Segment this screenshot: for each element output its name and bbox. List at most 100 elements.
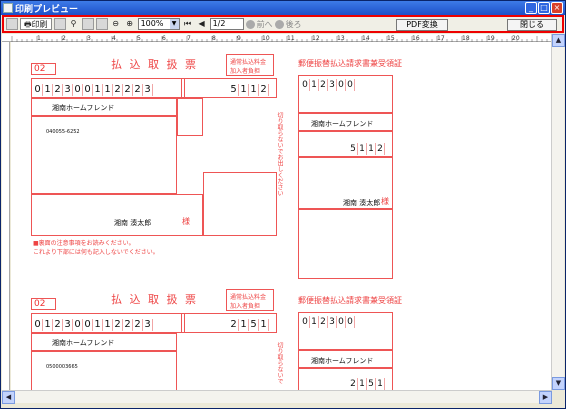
maximize-button[interactable]: □	[538, 2, 550, 14]
digit-cell: 0	[73, 319, 83, 331]
slip1-address-box: 040055-6252	[31, 116, 177, 194]
receipt1-name: 湘南 湊太郎	[343, 199, 381, 207]
receipt2-account-digits: 012300	[301, 316, 355, 328]
pdf-convert-button[interactable]: PDF変換	[396, 19, 448, 31]
prev-nav[interactable]: 前へ	[245, 19, 273, 30]
slip1-stamp-box	[203, 172, 277, 236]
slip1-phone: 040055-6252	[46, 129, 80, 135]
digit-cell: 1	[367, 143, 376, 155]
digit-cell: 0	[346, 316, 355, 328]
vertical-scrollbar[interactable]: ▲ ▼	[551, 34, 565, 390]
receipt2-payee: 湘南ホームフレンド	[311, 357, 374, 365]
page-setup-icon[interactable]	[6, 18, 18, 30]
digit-cell: 0	[337, 316, 346, 328]
slip1-note2: これより下部には何も記入しないでください。	[33, 249, 159, 256]
ruler-label: 16	[412, 35, 420, 42]
digit-cell: 0	[301, 79, 310, 91]
slip2-payee: 湘南ホームフレンド	[52, 339, 115, 347]
digit-cell: 2	[133, 84, 143, 96]
vertical-ruler	[2, 42, 10, 390]
preview-page: 02 払 込 取 扱 票 通常払込料金 加入者負担 012300112223 5…	[11, 42, 551, 390]
two-page-icon[interactable]	[95, 18, 108, 30]
print-label: 印刷	[31, 20, 48, 29]
receipt1-name-box: 湘南 湊太郎 様	[298, 157, 393, 209]
digit-cell: 1	[93, 84, 103, 96]
ruler-label: 2	[62, 35, 66, 42]
ruler-label: 17	[437, 35, 445, 42]
zoom-out-icon[interactable]: ⊖	[110, 18, 122, 30]
slip2-payee-box: 湘南ホームフレンド	[31, 333, 177, 351]
slip1-name: 湘南 湊太郎	[114, 219, 152, 227]
slip1-side-note: 切り取らないでお出しください	[276, 112, 283, 196]
digit-cell: 1	[239, 319, 249, 331]
scroll-up-icon[interactable]: ▲	[552, 34, 565, 47]
scroll-down-icon[interactable]: ▼	[552, 377, 565, 390]
slip2-code-box: 02	[31, 298, 56, 310]
digit-cell: 2	[123, 84, 133, 96]
digit-cell: 1	[376, 378, 385, 390]
digit-cell: 0	[337, 79, 346, 91]
digit-cell: 1	[43, 84, 53, 96]
slip1-fee-grid	[177, 98, 203, 136]
ruler-label: 10	[262, 35, 270, 42]
digit-cell: 3	[63, 84, 73, 96]
digit-cell: 0	[346, 79, 355, 91]
slip2-title: 払 込 取 扱 票	[111, 293, 198, 306]
digit-cell: 3	[143, 84, 153, 96]
slip2-address-box: 0500003665	[31, 351, 177, 390]
ruler-label: 8	[212, 35, 216, 42]
digit-cell: 1	[310, 79, 319, 91]
slip1-amount-digits: 5112	[229, 84, 269, 96]
receipt1-sama: 様	[381, 197, 389, 206]
zoom-select[interactable]: 100% ▼	[137, 18, 180, 30]
digit-cell: 5	[349, 143, 358, 155]
ruler-label: 7	[187, 35, 191, 42]
receipt2-title: 郵便振替払込請求書兼受領証	[298, 296, 402, 305]
scroll-left-icon[interactable]: ◀	[2, 391, 15, 404]
slip1-account-digits: 012300112223	[33, 84, 153, 96]
next-label: 後ろ	[285, 19, 302, 29]
digit-cell: 5	[229, 84, 239, 96]
find-icon[interactable]: ⚲	[68, 18, 80, 30]
digit-cell: 0	[73, 84, 83, 96]
page-number-input[interactable]: 1/2	[209, 18, 244, 30]
close-window-button[interactable]: ×	[551, 2, 563, 14]
slip2-account-digits: 012300112223	[33, 319, 153, 331]
digit-cell: 2	[113, 84, 123, 96]
minimize-button[interactable]: _	[525, 2, 537, 14]
print-button[interactable]: 🖶印刷	[20, 18, 52, 30]
zoom-in-icon[interactable]: ⊕	[124, 18, 136, 30]
slip1-sama: 様	[182, 217, 190, 226]
window-controls: _ □ ×	[525, 2, 563, 14]
slip2-phone: 0500003665	[46, 364, 78, 370]
next-nav[interactable]: 後ろ	[274, 19, 302, 30]
scroll-right-icon[interactable]: ▶	[539, 391, 552, 404]
first-page-icon[interactable]: ⏮	[182, 18, 194, 30]
horizontal-scrollbar[interactable]: ◀ ▶	[2, 390, 552, 404]
digit-cell: 3	[328, 79, 337, 91]
preview-toolbar: 🖶印刷 ⚲ ⊖ ⊕ 100% ▼ ⏮ ◀ 1/2 前へ 後ろ PDF変換 閉じる	[2, 15, 564, 33]
digit-cell: 2	[123, 319, 133, 331]
one-page-icon[interactable]	[81, 18, 94, 30]
ruler-label: 15	[387, 35, 395, 42]
digit-cell: 3	[63, 319, 73, 331]
slip1-payee: 湘南ホームフレンド	[52, 104, 115, 112]
digit-cell: 0	[33, 319, 43, 331]
digit-cell: 2	[53, 84, 63, 96]
prev-page-icon[interactable]: ◀	[196, 18, 208, 30]
receipt1-stamp-box	[298, 209, 393, 279]
ruler-label: 20	[512, 35, 520, 42]
prev-label: 前へ	[256, 19, 273, 29]
digit-cell: 2	[229, 319, 239, 331]
back-circle-icon	[245, 19, 255, 29]
digit-cell: 1	[358, 378, 367, 390]
slip2-amount-digits: 2151	[229, 319, 269, 331]
ruler-label: 19	[487, 35, 495, 42]
receipt2-payee-box: 湘南ホームフレンド	[298, 350, 393, 368]
digit-cell: 1	[103, 84, 113, 96]
copy-icon[interactable]	[53, 18, 66, 30]
slip2-fee-label: 通常払込料金 加入者負担	[230, 294, 267, 310]
digit-cell: 2	[113, 319, 123, 331]
title-bar[interactable]: 印刷プレビュー _ □ ×	[1, 1, 565, 15]
close-preview-button[interactable]: 閉じる	[507, 19, 557, 31]
